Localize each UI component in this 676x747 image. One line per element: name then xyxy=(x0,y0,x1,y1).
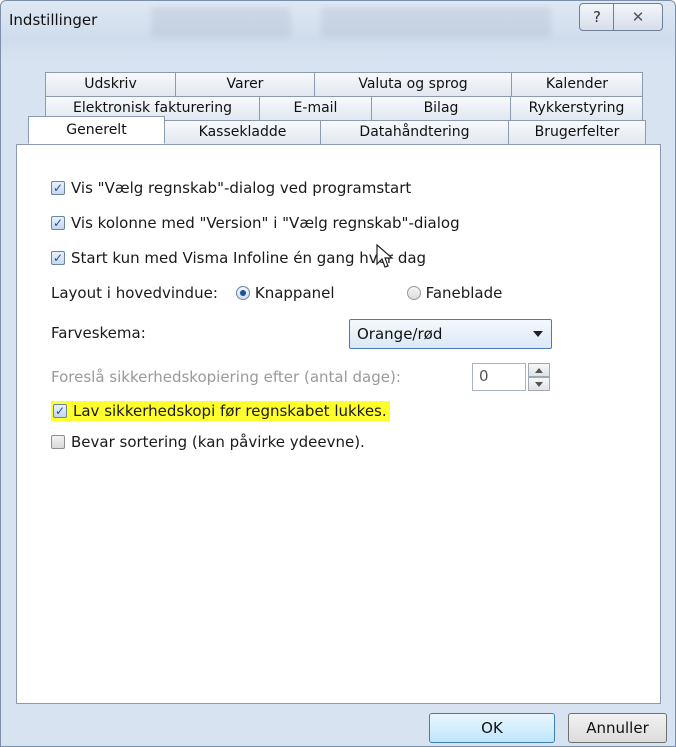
title-bar[interactable]: Indstillinger ? ✕ xyxy=(1,1,675,41)
backup-days-input[interactable]: 0 xyxy=(472,363,526,391)
option-infoline-once[interactable]: ✓ Start kun med Visma Infoline én gang h… xyxy=(51,249,426,267)
close-icon: ✕ xyxy=(631,8,645,26)
tab-datahaandtering[interactable]: Datahåndtering xyxy=(320,120,509,144)
layout-row: Layout i hovedvindue: Knappanel Faneblad… xyxy=(51,284,502,302)
checkbox-checked[interactable]: ✓ xyxy=(51,251,65,265)
option-label: Bevar sortering (kan påvirke ydeevne). xyxy=(71,433,365,451)
tab-valuta-og-sprog[interactable]: Valuta og sprog xyxy=(314,72,512,96)
color-scheme-label: Farveskema: xyxy=(51,324,146,342)
radio-knappanel-label[interactable]: Knappanel xyxy=(255,284,335,302)
close-button[interactable]: ✕ xyxy=(613,3,663,31)
option-label: Vis kolonne med "Version" i "Vælg regnsk… xyxy=(71,214,460,232)
arrow-down-icon xyxy=(535,381,543,387)
blurred-background xyxy=(321,7,551,37)
checkbox-checked[interactable]: ✓ xyxy=(51,216,65,230)
checkbox-checked[interactable]: ✓ xyxy=(53,404,67,418)
option-label: Vis "Vælg regnskab"-dialog ved programst… xyxy=(71,179,412,197)
checkbox-checked[interactable]: ✓ xyxy=(51,181,65,195)
backup-days-stepper[interactable] xyxy=(528,363,550,391)
checkbox-unchecked[interactable] xyxy=(51,435,65,449)
radio-faneblade[interactable] xyxy=(406,286,421,300)
help-icon: ? xyxy=(593,8,601,26)
tab-row-3: Generelt Kassekladde Datahåndtering Brug… xyxy=(28,116,647,144)
tab-varer[interactable]: Varer xyxy=(175,72,315,96)
option-backup-before-close[interactable]: ✓ Lav sikkerhedskopi før regnskabet lukk… xyxy=(51,401,390,421)
arrow-up-icon xyxy=(535,367,543,373)
tab-bilag[interactable]: Bilag xyxy=(371,96,511,120)
mouse-cursor-icon xyxy=(376,244,394,268)
tab-row-1: Udskriv Varer Valuta og sprog Kalender xyxy=(45,72,643,96)
option-label: Start kun med Visma Infoline én gang hve… xyxy=(71,249,427,267)
option-show-version-column[interactable]: ✓ Vis kolonne med "Version" i "Vælg regn… xyxy=(51,214,460,232)
blurred-background xyxy=(151,7,291,37)
tab-kalender[interactable]: Kalender xyxy=(511,72,643,96)
color-scheme-value: Orange/rød xyxy=(357,325,443,343)
window-title: Indstillinger xyxy=(9,11,98,29)
tab-udskriv[interactable]: Udskriv xyxy=(45,72,176,96)
option-show-choose-dialog[interactable]: ✓ Vis "Vælg regnskab"-dialog ved program… xyxy=(51,179,411,197)
tab-brugerfelter[interactable]: Brugerfelter xyxy=(508,120,646,144)
tab-rykkerstyring[interactable]: Rykkerstyring xyxy=(510,96,643,120)
tab-generelt[interactable]: Generelt xyxy=(28,116,165,144)
help-button[interactable]: ? xyxy=(579,3,615,31)
layout-label: Layout i hovedvindue: xyxy=(51,284,218,302)
backup-days-label: Foreslå sikkerhedskopiering efter (antal… xyxy=(51,368,401,386)
color-scheme-row: Farveskema: xyxy=(51,324,146,342)
settings-dialog: Indstillinger ? ✕ Udskriv Varer Valuta o… xyxy=(0,0,676,747)
ok-button[interactable]: OK xyxy=(429,713,555,743)
stepper-up-button[interactable] xyxy=(528,363,550,377)
tab-kassekladde[interactable]: Kassekladde xyxy=(164,120,321,144)
option-label: Lav sikkerhedskopi før regnskabet lukkes… xyxy=(73,402,387,420)
backup-days-row: Foreslå sikkerhedskopiering efter (antal… xyxy=(51,368,401,386)
stepper-down-button[interactable] xyxy=(528,377,550,391)
radio-knappanel[interactable] xyxy=(235,286,250,300)
color-scheme-select[interactable]: Orange/rød xyxy=(349,319,552,349)
tab-email[interactable]: E-mail xyxy=(259,96,372,120)
chevron-down-icon xyxy=(533,331,543,337)
cancel-button[interactable]: Annuller xyxy=(568,713,667,743)
option-keep-sorting[interactable]: Bevar sortering (kan påvirke ydeevne). xyxy=(51,433,365,451)
highlight-marker: ✓ Lav sikkerhedskopi før regnskabet lukk… xyxy=(51,401,390,421)
radio-faneblade-label[interactable]: Faneblade xyxy=(426,284,503,302)
radio-dot-icon xyxy=(239,290,246,296)
